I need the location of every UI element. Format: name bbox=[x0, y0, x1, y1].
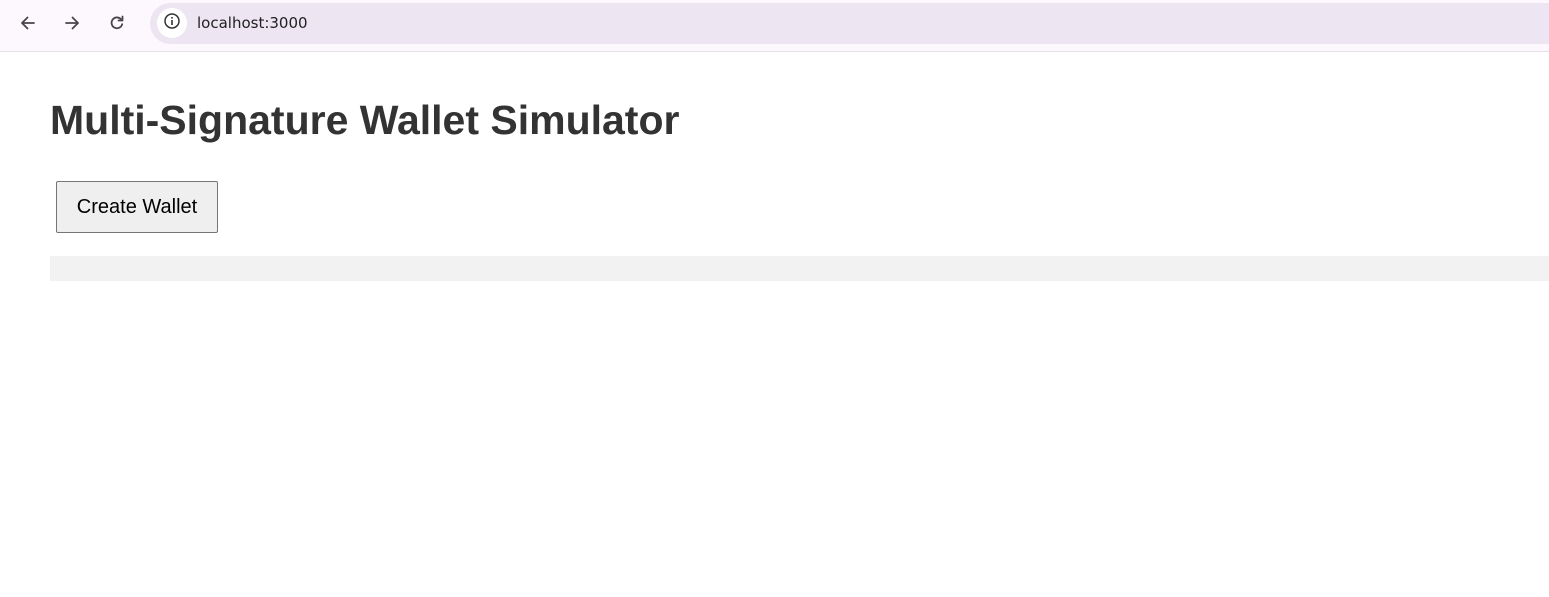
info-icon bbox=[163, 12, 181, 35]
forward-button[interactable] bbox=[56, 7, 88, 39]
create-wallet-button[interactable]: Create Wallet bbox=[56, 181, 218, 233]
arrow-left-icon bbox=[18, 13, 38, 33]
page-title: Multi-Signature Wallet Simulator bbox=[50, 97, 680, 143]
site-info-button[interactable] bbox=[157, 8, 187, 38]
reload-icon bbox=[107, 13, 127, 33]
reload-button[interactable] bbox=[101, 7, 133, 39]
url-text[interactable]: localhost:3000 bbox=[197, 14, 308, 32]
browser-toolbar: localhost:3000 bbox=[0, 0, 1549, 52]
page-content: Multi-Signature Wallet Simulator Create … bbox=[0, 53, 1549, 597]
output-panel bbox=[50, 256, 1549, 281]
arrow-right-icon bbox=[62, 13, 82, 33]
back-button[interactable] bbox=[12, 7, 44, 39]
address-bar[interactable]: localhost:3000 bbox=[150, 3, 1549, 44]
